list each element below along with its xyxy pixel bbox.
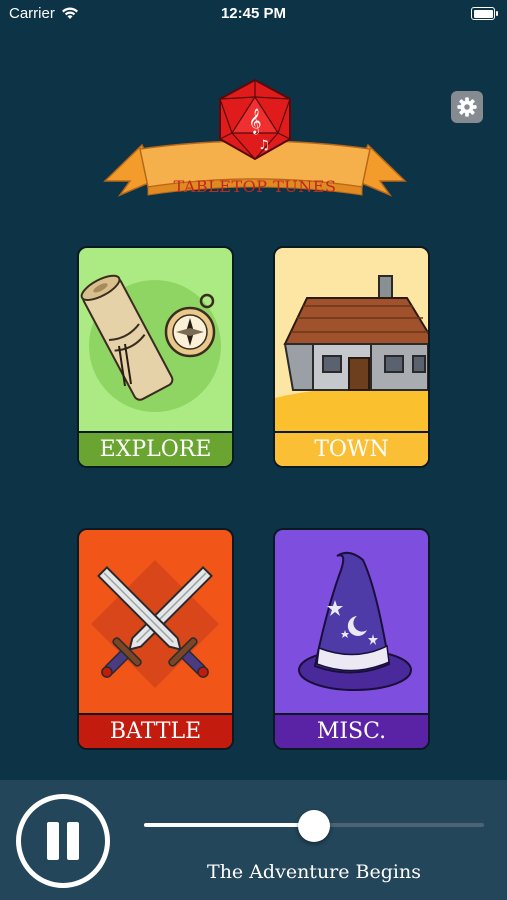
settings-button[interactable] [451, 91, 483, 123]
misc-card[interactable]: MISC. [273, 528, 430, 750]
track-title: The Adventure Begins [207, 861, 421, 883]
town-artwork [275, 248, 428, 433]
battery-level [473, 9, 493, 18]
progress-slider[interactable] [144, 810, 484, 842]
battle-card[interactable]: BATTLE [77, 528, 234, 750]
battle-artwork [79, 530, 232, 713]
battle-label: BATTLE [79, 713, 232, 748]
house-icon [275, 275, 428, 433]
scroll-compass-icon [80, 274, 221, 412]
pause-bar-right [67, 822, 79, 860]
wizard-hat-icon [298, 551, 412, 691]
misc-artwork [275, 530, 428, 713]
crossed-swords-icon [91, 560, 219, 688]
app-logo: 𝄞 ♫ TABLETOP TUNES [100, 75, 410, 215]
slider-thumb[interactable] [298, 810, 330, 842]
town-card[interactable]: TOWN [273, 246, 430, 468]
town-label: TOWN [275, 431, 428, 466]
battery-icon [471, 7, 498, 20]
explore-artwork [79, 248, 232, 431]
gear-icon [457, 97, 477, 117]
explore-label: EXPLORE [79, 431, 232, 466]
svg-text:♫: ♫ [258, 138, 270, 153]
pause-bar-left [47, 822, 59, 860]
status-bar: Carrier 12:45 PM [0, 0, 507, 28]
logo-title: TABLETOP TUNES [173, 177, 337, 196]
explore-card[interactable]: EXPLORE [77, 246, 234, 468]
pause-button[interactable] [16, 794, 110, 888]
player-bar: The Adventure Begins [0, 780, 507, 900]
status-time: 12:45 PM [220, 5, 287, 22]
svg-text:𝄞: 𝄞 [248, 108, 261, 134]
slider-fill [144, 823, 314, 827]
misc-label: MISC. [275, 713, 428, 748]
